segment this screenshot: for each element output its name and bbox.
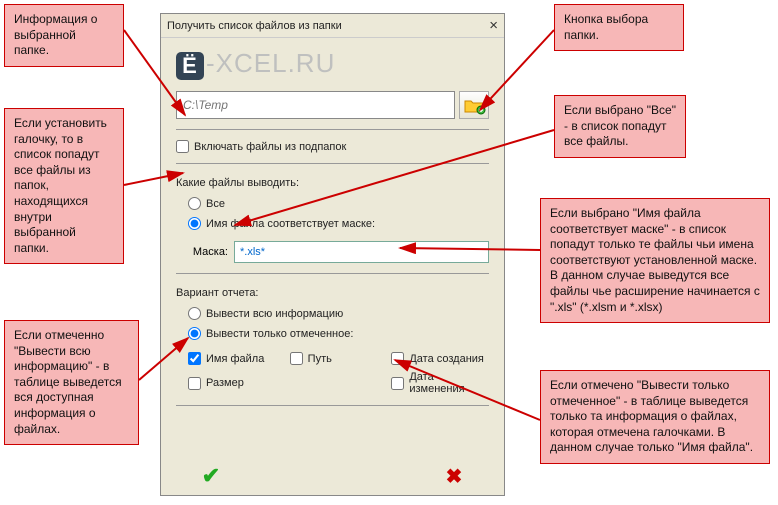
opt-all-label: Все bbox=[206, 198, 225, 210]
chk-path[interactable] bbox=[290, 352, 303, 365]
cancel-button[interactable]: ✖ bbox=[439, 463, 469, 489]
cross-icon: ✖ bbox=[446, 464, 463, 489]
callout-folder-info: Информация о выбранной папке. bbox=[4, 4, 124, 67]
mask-input[interactable] bbox=[234, 241, 489, 263]
chk-path-label: Путь bbox=[308, 353, 332, 365]
which-files-label: Какие файлы выводить: bbox=[176, 177, 489, 189]
include-subfolders-row: Включать файлы из подпапок bbox=[176, 140, 489, 153]
chk-size[interactable] bbox=[188, 377, 201, 390]
opt-all-radio[interactable] bbox=[188, 197, 201, 210]
logo: Ё-XCEL.RU bbox=[176, 48, 489, 80]
logo-badge: Ё bbox=[176, 52, 204, 80]
callout-opt-all: Если выбрано "Все" - в список попадут вс… bbox=[554, 95, 686, 158]
mask-field-label: Маска: bbox=[188, 246, 228, 258]
dialog-body: Ё-XCEL.RU Включать файлы из подпапок Как… bbox=[161, 38, 504, 495]
chk-filename[interactable] bbox=[188, 352, 201, 365]
chk-modified[interactable] bbox=[391, 377, 404, 390]
divider bbox=[176, 405, 489, 406]
browse-folder-button[interactable] bbox=[459, 91, 489, 119]
button-row: ✔ ✖ bbox=[176, 463, 489, 489]
path-row bbox=[176, 91, 489, 119]
callout-selected-only: Если отмечено "Вывести только отмеченное… bbox=[540, 370, 770, 464]
include-subfolders-label: Включать файлы из подпапок bbox=[194, 141, 346, 153]
chk-created[interactable] bbox=[391, 352, 404, 365]
opt-selected-radio[interactable] bbox=[188, 327, 201, 340]
report-variant-group: Вывести всю информацию Вывести только от… bbox=[188, 307, 489, 340]
divider bbox=[176, 273, 489, 274]
folder-path-input[interactable] bbox=[176, 91, 455, 119]
report-variant-label: Вариант отчета: bbox=[176, 287, 489, 299]
chk-created-label: Дата создания bbox=[409, 353, 484, 365]
divider bbox=[176, 163, 489, 164]
include-subfolders-checkbox[interactable] bbox=[176, 140, 189, 153]
titlebar: Получить список файлов из папки × bbox=[161, 14, 504, 38]
chk-modified-label: Дата изменения bbox=[409, 371, 489, 395]
callout-include-subfolders: Если установить галочку, то в список поп… bbox=[4, 108, 124, 264]
opt-mask-radio[interactable] bbox=[188, 217, 201, 230]
close-button[interactable]: × bbox=[489, 17, 498, 34]
logo-text: -XCEL.RU bbox=[206, 48, 335, 78]
dialog: Получить список файлов из папки × Ё-XCEL… bbox=[160, 13, 505, 496]
fields-grid: Имя файла Путь Дата создания Размер Дата… bbox=[188, 352, 489, 395]
callout-browse-button: Кнопка выбора папки. bbox=[554, 4, 684, 51]
opt-mask-label: Имя файла соответствует маске: bbox=[206, 218, 375, 230]
opt-selected-label: Вывести только отмеченное: bbox=[206, 328, 353, 340]
callout-full-info: Если отмеченно "Вывести всю информацию" … bbox=[4, 320, 139, 445]
opt-fullinfo-radio[interactable] bbox=[188, 307, 201, 320]
divider bbox=[176, 129, 489, 130]
opt-fullinfo-label: Вывести всю информацию bbox=[206, 308, 343, 320]
ok-button[interactable]: ✔ bbox=[196, 463, 226, 489]
folder-open-icon bbox=[464, 97, 484, 113]
dialog-title: Получить список файлов из папки bbox=[167, 20, 489, 32]
which-files-group: Все Имя файла соответствует маске: Маска… bbox=[188, 197, 489, 263]
chk-filename-label: Имя файла bbox=[206, 353, 264, 365]
chk-size-label: Размер bbox=[206, 377, 244, 389]
callout-opt-mask: Если выбрано "Имя файла соответствует ма… bbox=[540, 198, 770, 323]
checkmark-icon: ✔ bbox=[202, 463, 220, 489]
